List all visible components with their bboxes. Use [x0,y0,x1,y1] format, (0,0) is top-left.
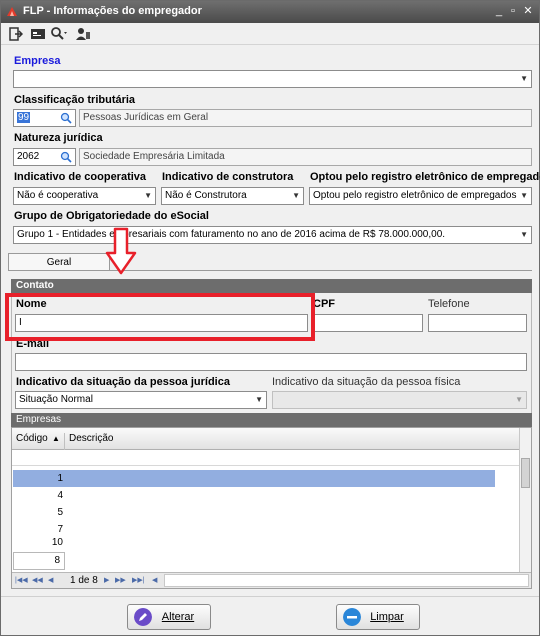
grupo-label: Grupo de Obrigatoriedade do eSocial [14,210,209,222]
cpf-label: CPF [313,298,335,310]
cooperativa-select[interactable]: Não é cooperativa ▼ [13,187,156,205]
prev-page-fast-icon[interactable]: ◀◀ [32,576,43,584]
empresa-label: Empresa [14,55,61,67]
situacao-pj-select[interactable]: Situação Normal ▼ [15,391,267,409]
natureza-description: Sociedade Empresária Limitada [79,148,532,166]
magnifier-icon[interactable] [60,112,72,124]
toolbar [1,23,539,45]
row-codigo: 7 [57,524,63,535]
column-descricao[interactable]: Descrição [69,433,113,444]
empresas-header: Empresas [11,413,532,427]
cooperativa-label: Indicativo de cooperativa [14,171,147,183]
telefone-input[interactable] [428,314,527,332]
chevron-down-icon: ▼ [292,191,300,200]
row-codigo: 10 [51,538,63,548]
tab-divider [8,270,532,271]
user-icon[interactable] [75,26,91,42]
grid-navigator: |◀◀ ◀◀ ◀ 1 de 8 ▶ ▶▶ ▶▶| ◀ [12,572,531,588]
close-icon[interactable]: ✕ [522,5,534,17]
table-row[interactable]: 7 [13,521,495,538]
table-row[interactable]: 4 [13,487,495,504]
footer-divider [1,596,539,597]
classificacao-code: 99 [17,112,31,123]
empresas-grid: Código ▲ Descrição 1 4 5 7 10 8 |◀◀ ◀◀ ◀ [11,427,532,589]
registro-select[interactable]: Optou pelo registro eletrônico de empreg… [309,187,532,205]
chevron-down-icon: ▼ [255,395,263,404]
chevron-down-icon: ▼ [144,191,152,200]
grid-filter-row[interactable] [12,450,520,466]
situacao-pj-label: Indicativo da situação da pessoa jurídic… [16,376,230,388]
app-icon [7,7,17,16]
email-input[interactable] [15,353,527,371]
window-title: FLP - Informações do empregador [23,5,202,17]
next-page-icon[interactable]: ▶ [104,576,109,584]
arrow-down-icon [105,227,137,275]
row-codigo: 5 [57,507,63,518]
exit-icon[interactable] [9,26,23,42]
column-codigo[interactable]: Código [16,433,48,444]
construtora-value: Não é Construtora [165,190,247,201]
chevron-down-icon: ▼ [515,395,523,404]
alterar-label: Alterar [161,611,195,623]
grupo-value: Grupo 1 - Entidades empresariais com fat… [17,229,446,240]
natureza-code: 2062 [17,151,40,162]
cpf-input[interactable] [313,314,423,332]
main-window: FLP - Informações do empregador _ ▫ ✕ Em… [0,0,540,636]
construtora-select[interactable]: Não é Construtora ▼ [161,187,304,205]
classificacao-code-input[interactable]: 99 [13,109,76,127]
first-page-icon[interactable]: |◀◀ [15,576,28,584]
registro-label: Optou pelo registro eletrônico de empreg… [310,171,540,183]
minimize-icon[interactable]: _ [493,5,505,17]
vertical-scrollbar[interactable] [519,428,531,576]
row-count: 8 [13,552,65,570]
telefone-label: Telefone [428,298,470,310]
maximize-icon[interactable]: ▫ [507,5,519,17]
situacao-pj-value: Situação Normal [19,394,93,405]
chevron-down-icon: ▼ [520,191,528,200]
scroll-left-icon[interactable]: ◀ [152,576,157,584]
page-indicator: 1 de 8 [70,575,98,586]
table-row[interactable]: 10 [13,538,495,548]
magnifier-icon[interactable] [60,151,72,163]
sort-up-icon[interactable]: ▲ [52,434,60,443]
table-row[interactable]: 1 [13,470,495,487]
cooperativa-value: Não é cooperativa [17,190,99,201]
grid-column-header: Código ▲ Descrição [12,428,520,455]
last-page-icon[interactable]: ▶▶| [132,576,145,584]
natureza-label: Natureza jurídica [14,132,103,144]
horizontal-scrollbar[interactable] [164,574,529,587]
construtora-label: Indicativo de construtora [162,171,294,183]
situacao-pf-select[interactable]: ▼ [272,391,527,409]
natureza-code-input[interactable]: 2062 [13,148,76,166]
row-codigo: 4 [57,490,63,501]
alterar-button[interactable]: Alterar [127,604,211,630]
chevron-down-icon: ▼ [520,230,528,239]
row-codigo: 1 [57,473,63,484]
empresa-select[interactable]: ▼ [13,70,532,88]
next-page-fast-icon[interactable]: ▶▶ [115,576,126,584]
edit-icon [134,608,152,626]
classificacao-description: Pessoas Jurídicas em Geral [79,109,532,127]
limpar-label: Limpar [370,611,404,623]
scrollbar-thumb[interactable] [521,458,530,488]
situacao-pf-label: Indicativo da situação da pessoa física [272,376,461,388]
table-row[interactable]: 5 [13,504,495,521]
minus-icon [343,608,361,626]
card-icon[interactable] [30,26,46,42]
classificacao-label: Classificação tributária [14,94,136,106]
highlight-box [5,293,315,341]
grupo-select[interactable]: Grupo 1 - Entidades empresariais com fat… [13,226,532,244]
limpar-button[interactable]: Limpar [336,604,420,630]
chevron-down-icon: ▼ [520,74,528,83]
search-icon[interactable] [50,26,68,42]
prev-page-icon[interactable]: ◀ [48,576,53,584]
tab-geral[interactable]: Geral [8,253,110,271]
contato-header: Contato [11,279,532,293]
title-bar: FLP - Informações do empregador _ ▫ ✕ [1,1,539,23]
registro-value: Optou pelo registro eletrônico de empreg… [313,190,517,201]
